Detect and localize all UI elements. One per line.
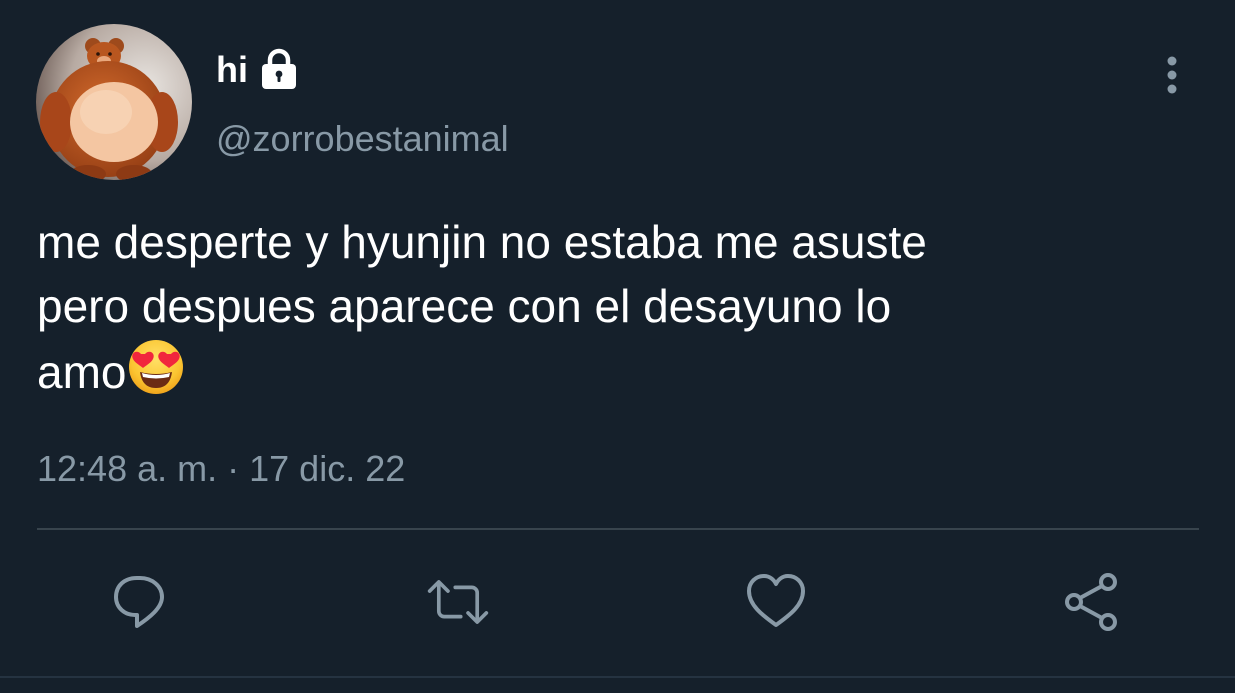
- tweet-text-line: pero despues aparece con el desayuno lo: [37, 280, 892, 332]
- tweet-text-line: me desperte y hyunjin no estaba me asust…: [37, 216, 927, 268]
- share-icon: [1065, 573, 1117, 631]
- author-row[interactable]: hi: [216, 48, 302, 92]
- tweet-text-line: amo: [37, 346, 127, 398]
- display-name[interactable]: hi: [216, 52, 248, 88]
- avatar[interactable]: [36, 24, 192, 180]
- tweet-date: 17 dic. 22: [249, 448, 406, 489]
- retweet-button[interactable]: [426, 570, 490, 634]
- meta-separator: ·: [227, 448, 240, 489]
- tweet-text: me desperte y hyunjin no estaba me asust…: [37, 210, 1187, 404]
- divider: [37, 528, 1199, 530]
- share-button[interactable]: [1062, 570, 1126, 634]
- vertical-ellipsis-icon[interactable]: [1152, 52, 1192, 100]
- author-handle[interactable]: @zorrobestanimal: [216, 117, 509, 160]
- tweet-time: 12:48 a. m.: [37, 448, 218, 489]
- avatar-image: [36, 24, 192, 180]
- tweet-text-line-last: amo: [37, 338, 1187, 404]
- reply-icon: [114, 576, 164, 628]
- retweet-icon: [427, 580, 489, 624]
- bottom-divider: [0, 676, 1235, 678]
- tweet-detail: hi @zorrobestanimal me desperte y hyunji…: [0, 0, 1235, 693]
- heart-icon: [747, 574, 805, 627]
- reply-button[interactable]: [107, 570, 171, 634]
- smiling-face-with-heart-eyes-icon: [127, 338, 185, 396]
- lock-icon: [256, 48, 302, 92]
- tweet-timestamp[interactable]: 12:48 a. m. · 17 dic. 22: [37, 446, 405, 493]
- like-button[interactable]: [744, 570, 808, 634]
